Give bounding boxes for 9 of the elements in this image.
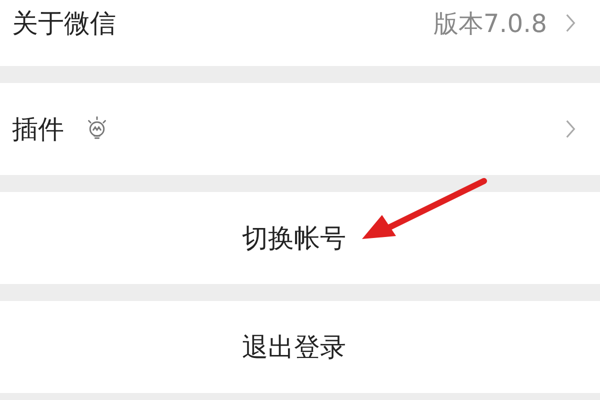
chevron-icon (565, 119, 576, 139)
account-button[interactable]: 退出登录 (0, 301, 600, 393)
row-label: 关于微信 (12, 8, 116, 40)
settings-row[interactable]: 插件 (0, 83, 600, 175)
account-button[interactable]: 切换帐号 (0, 192, 600, 284)
row-label: 插件 (12, 114, 64, 146)
version-text: 版本7.0.8 (433, 8, 547, 40)
settings-row[interactable]: 关于微信 版本7.0.8 (0, 0, 600, 66)
chevron-icon (565, 13, 576, 33)
